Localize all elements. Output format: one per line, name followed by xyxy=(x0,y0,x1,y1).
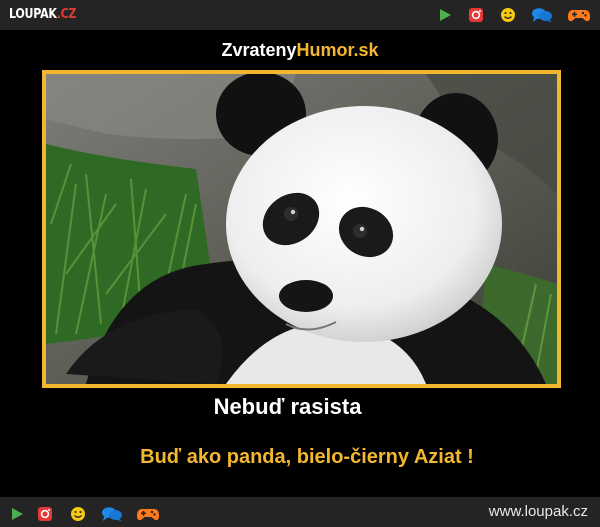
top-bar: LOUPAK.CZ xyxy=(0,0,600,30)
play-icon[interactable] xyxy=(8,506,26,522)
poster-headline: Nebuď rasista xyxy=(213,394,362,419)
chat-icon[interactable] xyxy=(101,506,123,522)
panda-photo-frame xyxy=(42,70,561,388)
panda-photo xyxy=(46,74,557,384)
smiley-icon[interactable] xyxy=(69,506,87,522)
instagram-icon[interactable] xyxy=(467,7,485,23)
play-icon[interactable] xyxy=(436,7,454,23)
bottom-icon-bar xyxy=(8,506,168,522)
gamepad-icon[interactable] xyxy=(567,7,591,23)
poster-subline: Buď ako panda, bielo-čierny Aziat ! xyxy=(140,446,474,468)
loupak-logo[interactable]: LOUPAK.CZ xyxy=(9,7,77,23)
gamepad-icon[interactable] xyxy=(136,506,160,522)
smiley-icon[interactable] xyxy=(499,7,517,23)
site-url-link[interactable]: www.loupak.cz xyxy=(489,503,588,520)
chat-icon[interactable] xyxy=(531,7,553,23)
site-title: ZvratenyHumor.sk xyxy=(221,40,379,60)
bottom-bar: www.loupak.cz xyxy=(0,497,600,527)
instagram-icon[interactable] xyxy=(36,506,54,522)
top-icon-bar xyxy=(436,7,596,23)
